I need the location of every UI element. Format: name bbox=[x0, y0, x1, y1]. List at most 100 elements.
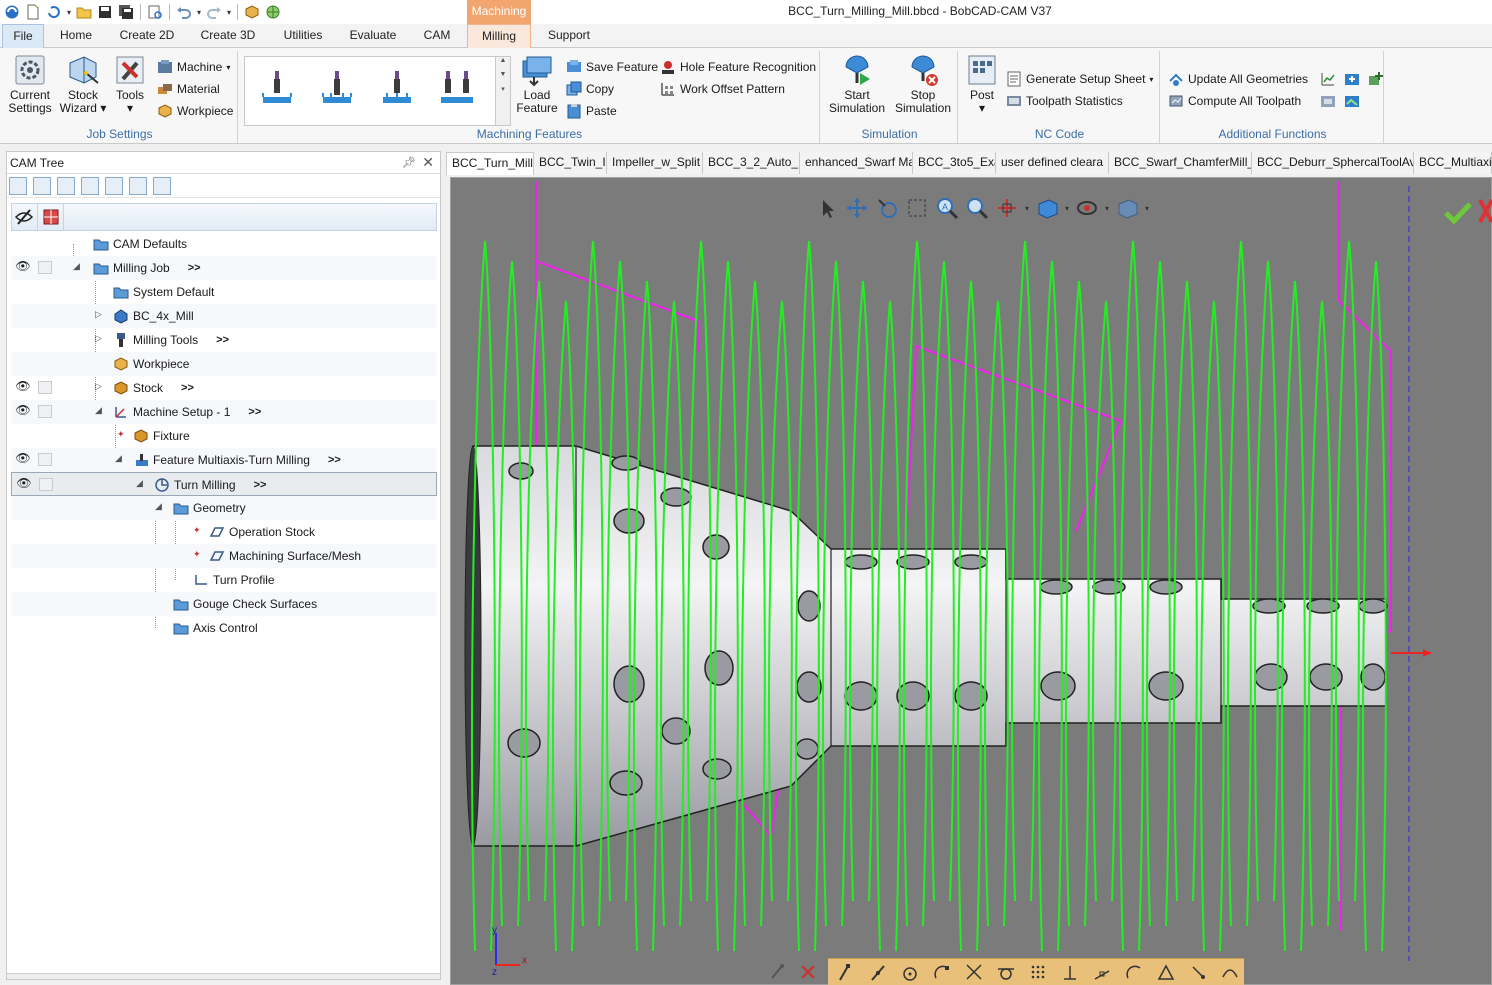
grid-toggle-icon[interactable] bbox=[38, 453, 52, 466]
doc-tab[interactable]: BCC_Deburr_SphercalToolAvo bbox=[1252, 152, 1414, 174]
snap-triangle-icon[interactable] bbox=[1156, 962, 1176, 982]
redo-dropdown-icon[interactable]: ▾ bbox=[225, 8, 233, 17]
gallery-tool-bore-icon[interactable] bbox=[377, 69, 417, 113]
eye-hidden-icon[interactable]: 👁︎ bbox=[11, 403, 35, 421]
accept-check-icon[interactable] bbox=[1443, 199, 1473, 227]
eye-hidden-icon[interactable]: 👁︎ bbox=[12, 476, 36, 494]
print-preview-icon[interactable] bbox=[145, 2, 165, 22]
visibility-toggle-icon[interactable] bbox=[1075, 196, 1099, 220]
new-file-icon[interactable] bbox=[23, 2, 43, 22]
save-all-icon[interactable] bbox=[116, 2, 136, 22]
more-options-marker[interactable]: >> bbox=[248, 406, 261, 418]
current-settings-button[interactable]: Current Settings bbox=[5, 53, 55, 115]
paste-button[interactable]: Paste bbox=[566, 101, 617, 121]
stop-simulation-button[interactable]: Stop Simulation bbox=[892, 53, 954, 115]
grid-toggle-icon[interactable] bbox=[38, 405, 52, 418]
grid-column-header[interactable] bbox=[38, 204, 64, 230]
eye-hidden-icon[interactable]: 👁︎ bbox=[11, 259, 35, 277]
shading-dropdown-icon[interactable]: ▾ bbox=[1145, 204, 1149, 213]
tool-export-icon[interactable] bbox=[1344, 71, 1360, 87]
tree-item[interactable]: ▷ BC_4x_Mill bbox=[11, 304, 437, 328]
rotate-view-icon[interactable] bbox=[875, 196, 899, 220]
compute-icon[interactable] bbox=[57, 177, 75, 195]
tool-compare-icon[interactable] bbox=[1320, 93, 1336, 109]
3d-viewport[interactable] bbox=[450, 177, 1492, 985]
snap-quadrant-icon[interactable] bbox=[932, 962, 952, 982]
tools-button[interactable]: Tools ▾ bbox=[110, 53, 150, 115]
expand-arrow-icon[interactable]: ▷ bbox=[95, 309, 102, 320]
tab-file[interactable]: File bbox=[2, 24, 44, 48]
tree-item[interactable]: 👁︎ ◢ Machine Setup - 1 >> bbox=[11, 400, 437, 424]
redo-icon[interactable] bbox=[204, 2, 224, 22]
tree-item[interactable]: ▷ Milling Tools >> bbox=[11, 328, 437, 352]
snap-center-icon[interactable] bbox=[900, 962, 920, 982]
gallery-tool-drill-icon[interactable] bbox=[317, 69, 357, 113]
more-options-marker[interactable]: >> bbox=[216, 334, 229, 346]
shading-mode-icon[interactable] bbox=[1115, 196, 1139, 220]
copy-button[interactable]: Copy bbox=[566, 79, 614, 99]
gallery-tool-double-icon[interactable] bbox=[437, 69, 477, 113]
toolpath-statistics-button[interactable]: Toolpath Statistics bbox=[1006, 91, 1123, 111]
grid-toggle-icon[interactable] bbox=[38, 261, 52, 274]
pan-icon[interactable] bbox=[845, 196, 869, 220]
snap-clear-icon[interactable] bbox=[798, 962, 818, 982]
snap-intersection-icon[interactable] bbox=[964, 962, 984, 982]
snap-endpoint-icon[interactable] bbox=[836, 962, 856, 982]
axis-view-icon[interactable] bbox=[995, 196, 1019, 220]
more-options-marker[interactable]: >> bbox=[181, 382, 194, 394]
tree-item[interactable]: Workpiece bbox=[11, 352, 437, 376]
collapse-arrow-icon[interactable]: ◢ bbox=[95, 405, 102, 416]
open-folder-icon[interactable] bbox=[74, 2, 94, 22]
visibility-dropdown-icon[interactable]: ▾ bbox=[1105, 204, 1109, 213]
hole-feature-recognition-button[interactable]: Hole Feature Recognition bbox=[660, 57, 816, 77]
tree-item[interactable]: 👁︎ ▷ Stock >> bbox=[11, 376, 437, 400]
cancel-x-icon[interactable] bbox=[1478, 196, 1492, 226]
visibility-column-header[interactable] bbox=[12, 204, 38, 230]
gallery-scroll[interactable]: ▲ ▼ ▾ bbox=[496, 56, 511, 126]
snap-midpoint-icon[interactable] bbox=[868, 962, 888, 982]
expand-all-icon[interactable] bbox=[9, 177, 27, 195]
tab-cam[interactable]: CAM bbox=[412, 24, 462, 48]
grid-select-icon[interactable] bbox=[153, 177, 171, 195]
hide-toolpath-icon[interactable] bbox=[81, 177, 99, 195]
refresh-icon[interactable] bbox=[44, 2, 64, 22]
snap-tool-icon[interactable] bbox=[768, 962, 788, 982]
zoom-fit-icon[interactable] bbox=[965, 196, 989, 220]
undo-icon[interactable] bbox=[174, 2, 194, 22]
tab-evaluate[interactable]: Evaluate bbox=[340, 24, 406, 48]
collapse-arrow-icon[interactable]: ◢ bbox=[155, 501, 162, 512]
expand-arrow-icon[interactable]: ▷ bbox=[95, 381, 102, 392]
expand-arrow-icon[interactable]: ▷ bbox=[95, 333, 102, 344]
save-feature-button[interactable]: Save Feature bbox=[566, 57, 658, 77]
update-all-geometries-button[interactable]: Update All Geometries bbox=[1168, 69, 1308, 89]
doc-tab[interactable]: BCC_Swarf_ChamferMill_( bbox=[1109, 152, 1252, 174]
tree-item[interactable]: 👁︎ ◢ Milling Job >> bbox=[11, 256, 437, 280]
snap-perpendicular-icon[interactable] bbox=[1060, 962, 1080, 982]
tree-item[interactable]: Turn Profile bbox=[11, 568, 437, 592]
collapse-arrow-icon[interactable]: ◢ bbox=[115, 453, 122, 464]
doc-tab[interactable]: enhanced_Swarf Ma bbox=[800, 152, 913, 174]
undo-dropdown-icon[interactable]: ▾ bbox=[195, 8, 203, 17]
tool-verify-icon[interactable] bbox=[1344, 93, 1360, 109]
tree-item[interactable]: ✦ Fixture bbox=[11, 424, 437, 448]
tree-item-selected[interactable]: 👁︎ ◢ Turn Milling >> bbox=[11, 472, 437, 496]
grid-toggle-icon[interactable] bbox=[38, 381, 52, 394]
collapse-all-icon[interactable] bbox=[33, 177, 51, 195]
collapse-arrow-icon[interactable]: ◢ bbox=[73, 261, 80, 272]
tree-item[interactable]: Axis Control bbox=[11, 616, 437, 640]
close-icon[interactable]: ✕ bbox=[422, 154, 434, 171]
tree-item[interactable]: ✦ Machining Surface/Mesh bbox=[11, 544, 437, 568]
eye-hidden-icon[interactable]: 👁︎ bbox=[11, 451, 35, 469]
generate-setup-sheet-button[interactable]: Generate Setup Sheet ▾ bbox=[1006, 69, 1153, 89]
doc-tab[interactable]: user defined cleara bbox=[996, 152, 1109, 174]
tab-home[interactable]: Home bbox=[50, 24, 102, 48]
pin-icon[interactable]: 📌︎ bbox=[402, 156, 416, 169]
snap-tangent-icon[interactable] bbox=[996, 962, 1016, 982]
doc-tab[interactable]: BCC_Multiaxis bbox=[1414, 152, 1492, 174]
more-options-marker[interactable]: >> bbox=[328, 454, 341, 466]
more-options-marker[interactable]: >> bbox=[188, 262, 201, 274]
zoom-window-icon[interactable]: A bbox=[935, 196, 959, 220]
snap-grid-icon[interactable] bbox=[1028, 962, 1048, 982]
snap-nearest-icon[interactable] bbox=[1092, 962, 1112, 982]
gallery-tool-single-icon[interactable] bbox=[257, 69, 297, 113]
